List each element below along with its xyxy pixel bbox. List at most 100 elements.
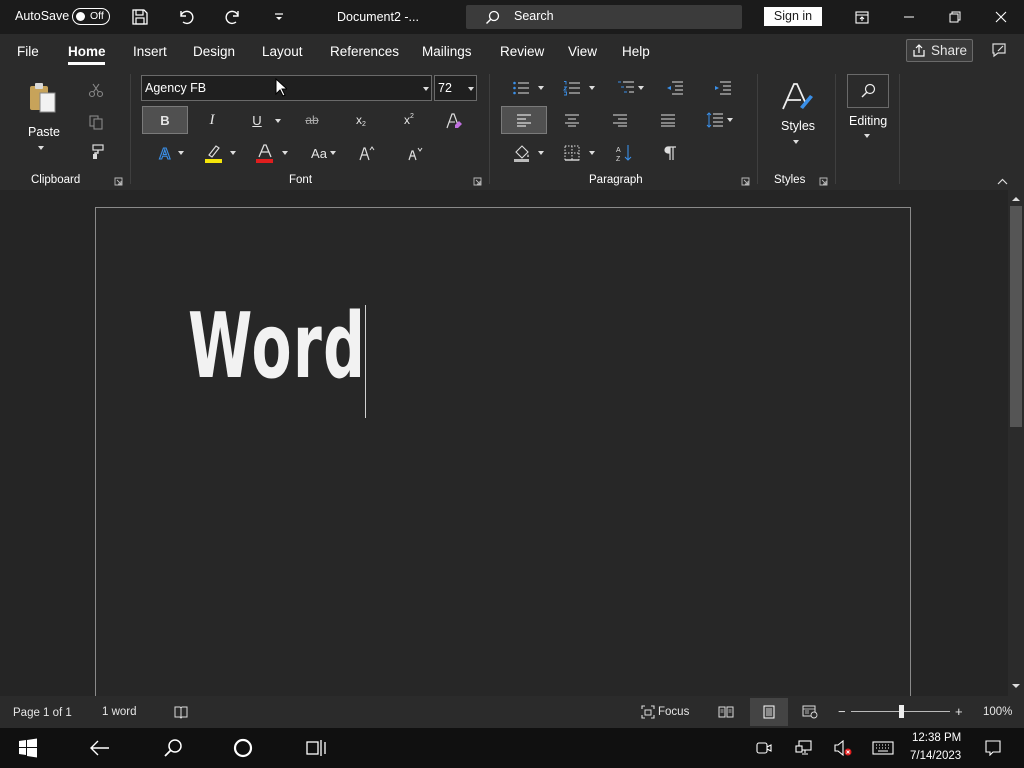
borders-dropdown-icon[interactable] bbox=[589, 151, 595, 155]
tab-view[interactable]: View bbox=[568, 44, 597, 59]
tab-file[interactable]: File bbox=[17, 44, 39, 59]
bullets-dropdown-icon[interactable] bbox=[538, 86, 544, 90]
font-launcher-icon[interactable] bbox=[473, 177, 482, 186]
tab-design[interactable]: Design bbox=[193, 44, 235, 59]
sign-in-button[interactable]: Sign in bbox=[764, 7, 822, 26]
grow-font-icon[interactable] bbox=[356, 143, 378, 163]
bullets-icon[interactable] bbox=[510, 78, 532, 98]
scroll-down-icon[interactable] bbox=[1011, 683, 1021, 690]
font-color-icon[interactable] bbox=[254, 142, 276, 164]
paragraph-launcher-icon[interactable] bbox=[741, 177, 750, 186]
undo-icon[interactable] bbox=[176, 7, 196, 27]
redo-icon[interactable] bbox=[223, 7, 243, 27]
paste-icon[interactable] bbox=[26, 80, 60, 116]
collapse-ribbon-icon[interactable] bbox=[997, 178, 1008, 185]
change-case-button[interactable]: Aa bbox=[307, 144, 331, 162]
windows-start-icon[interactable] bbox=[17, 737, 39, 759]
notifications-icon[interactable] bbox=[983, 739, 1003, 757]
align-left-button[interactable] bbox=[501, 106, 547, 134]
font-size-combo[interactable]: 72 bbox=[434, 75, 477, 101]
scrollbar-thumb[interactable] bbox=[1010, 206, 1022, 427]
underline-dropdown-icon[interactable] bbox=[275, 119, 281, 123]
find-button[interactable] bbox=[847, 74, 889, 108]
copy-icon[interactable] bbox=[86, 112, 106, 132]
borders-icon[interactable] bbox=[561, 142, 583, 164]
focus-label[interactable]: Focus bbox=[658, 706, 689, 718]
tab-help[interactable]: Help bbox=[622, 44, 650, 59]
font-size-dropdown-icon[interactable] bbox=[468, 87, 474, 91]
keyboard-icon[interactable] bbox=[871, 739, 895, 757]
customize-quick-access-icon[interactable] bbox=[271, 9, 287, 25]
line-spacing-dropdown-icon[interactable] bbox=[727, 118, 733, 122]
clock-date[interactable]: 7/14/2023 bbox=[910, 750, 961, 762]
justify-icon[interactable] bbox=[657, 110, 679, 130]
document-page[interactable] bbox=[95, 207, 911, 707]
ribbon-display-options-icon[interactable] bbox=[853, 8, 871, 26]
zoom-out-button[interactable]: − bbox=[838, 704, 846, 719]
scroll-up-icon[interactable] bbox=[1011, 195, 1021, 202]
web-layout-icon[interactable] bbox=[801, 704, 819, 720]
styles-launcher-icon[interactable] bbox=[819, 177, 828, 186]
bold-button[interactable]: B bbox=[142, 106, 188, 134]
back-arrow-icon[interactable] bbox=[89, 737, 111, 759]
styles-dropdown-icon[interactable] bbox=[793, 140, 799, 144]
text-effects-dropdown-icon[interactable] bbox=[178, 151, 184, 155]
volume-muted-icon[interactable] bbox=[833, 739, 853, 757]
text-effects-icon[interactable]: A bbox=[156, 143, 176, 163]
change-case-dropdown-icon[interactable] bbox=[330, 151, 336, 155]
clock-time[interactable]: 12:38 PM bbox=[912, 732, 961, 744]
line-spacing-icon[interactable] bbox=[704, 110, 726, 130]
paste-label[interactable]: Paste bbox=[28, 125, 60, 139]
subscript-button[interactable]: x2 bbox=[350, 110, 372, 130]
tab-mailings[interactable]: Mailings bbox=[422, 44, 472, 59]
taskbar-search-icon[interactable] bbox=[162, 737, 184, 759]
shading-dropdown-icon[interactable] bbox=[538, 151, 544, 155]
align-center-icon[interactable] bbox=[561, 110, 583, 130]
highlight-icon[interactable] bbox=[203, 142, 225, 164]
tab-layout[interactable]: Layout bbox=[262, 44, 303, 59]
increase-indent-icon[interactable] bbox=[712, 78, 734, 98]
search-box[interactable]: Search bbox=[466, 5, 742, 29]
clear-formatting-icon[interactable] bbox=[443, 110, 465, 132]
page-count[interactable]: Page 1 of 1 bbox=[13, 707, 72, 719]
tab-references[interactable]: References bbox=[330, 44, 399, 59]
sort-icon[interactable]: AZ bbox=[613, 142, 635, 164]
underline-button[interactable]: U bbox=[246, 110, 268, 130]
save-icon[interactable] bbox=[130, 7, 150, 27]
align-right-icon[interactable] bbox=[609, 110, 631, 130]
share-button[interactable]: Share bbox=[906, 39, 973, 62]
numbering-dropdown-icon[interactable] bbox=[589, 86, 595, 90]
zoom-in-button[interactable]: + bbox=[955, 704, 963, 719]
word-count[interactable]: 1 word bbox=[102, 706, 137, 718]
tab-insert[interactable]: Insert bbox=[133, 44, 167, 59]
minimize-icon[interactable] bbox=[900, 8, 918, 26]
clipboard-launcher-icon[interactable] bbox=[114, 177, 123, 186]
zoom-level[interactable]: 100% bbox=[983, 706, 1012, 718]
cortana-icon[interactable] bbox=[232, 737, 254, 759]
tab-review[interactable]: Review bbox=[500, 44, 544, 59]
network-icon[interactable] bbox=[794, 739, 814, 757]
autosave-toggle[interactable]: Off bbox=[72, 8, 110, 25]
highlight-dropdown-icon[interactable] bbox=[230, 151, 236, 155]
editing-dropdown-icon[interactable] bbox=[864, 134, 870, 138]
paste-dropdown-icon[interactable] bbox=[38, 146, 44, 150]
font-color-dropdown-icon[interactable] bbox=[282, 151, 288, 155]
cut-icon[interactable] bbox=[86, 80, 106, 100]
styles-icon[interactable] bbox=[779, 80, 815, 114]
font-name-dropdown-icon[interactable] bbox=[423, 87, 429, 91]
task-view-icon[interactable] bbox=[304, 737, 328, 759]
proofing-icon[interactable] bbox=[172, 704, 190, 720]
multilevel-dropdown-icon[interactable] bbox=[638, 86, 644, 90]
document-text[interactable]: Word bbox=[188, 302, 366, 392]
decrease-indent-icon[interactable] bbox=[664, 78, 686, 98]
format-painter-icon[interactable] bbox=[86, 142, 106, 162]
meet-now-icon[interactable] bbox=[755, 739, 773, 757]
styles-label[interactable]: Styles bbox=[781, 119, 815, 133]
tab-home[interactable]: Home bbox=[68, 44, 106, 59]
italic-button[interactable]: I bbox=[201, 110, 223, 130]
shrink-font-icon[interactable] bbox=[404, 143, 426, 163]
restore-icon[interactable] bbox=[946, 8, 964, 26]
show-formatting-marks-icon[interactable] bbox=[659, 142, 681, 164]
print-layout-button[interactable] bbox=[750, 698, 788, 726]
superscript-button[interactable]: x2 bbox=[398, 110, 420, 130]
